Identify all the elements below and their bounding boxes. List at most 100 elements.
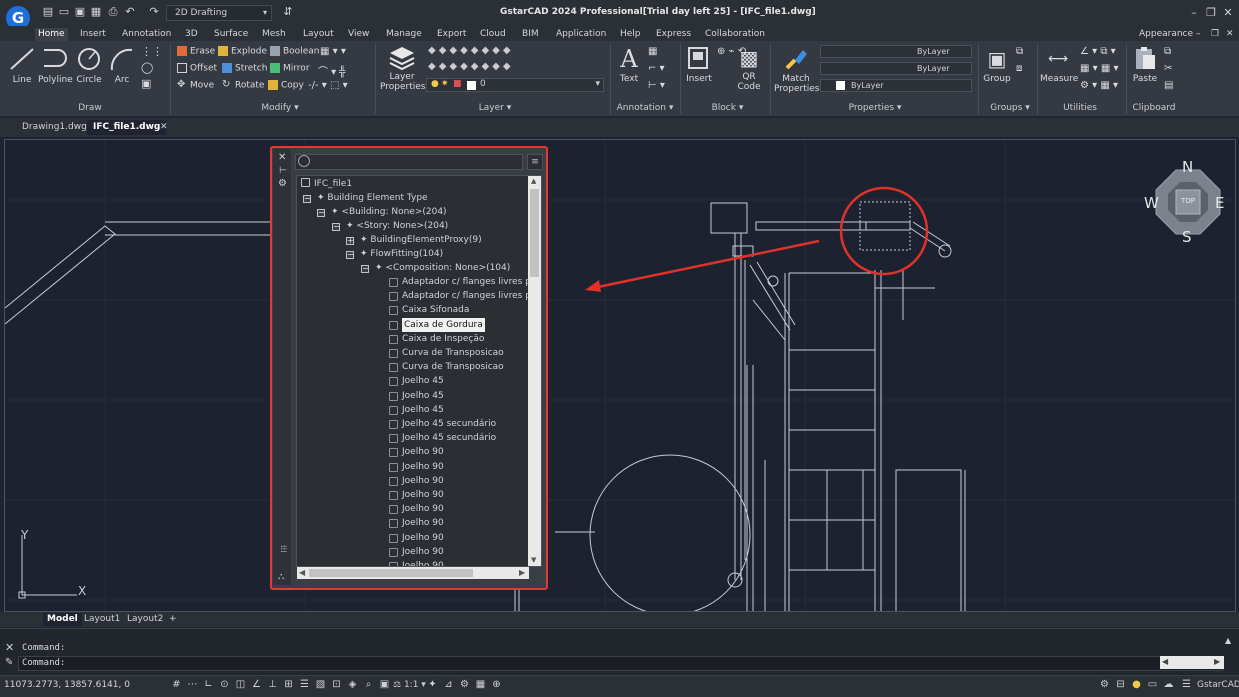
- ducs-icon[interactable]: ⊥: [266, 678, 279, 691]
- dyn-icon[interactable]: ⊞: [282, 678, 295, 691]
- ellipse-icon[interactable]: ◯: [141, 61, 153, 74]
- tab-export[interactable]: Export: [434, 28, 469, 41]
- tree-leaf-item[interactable]: Joelho 45 secundário: [402, 417, 496, 431]
- tab-annotation[interactable]: Annotation: [119, 28, 174, 41]
- tab-help[interactable]: Help: [617, 28, 644, 41]
- tree-leaf-item[interactable]: Joelho 90: [402, 545, 444, 559]
- open-icon[interactable]: ▭: [58, 6, 70, 18]
- layer-tools-row1[interactable]: ◆◆◆◆◆◆◆◆: [428, 45, 514, 56]
- tree-leaf-item[interactable]: Joelho 90: [402, 474, 444, 488]
- tab-view[interactable]: View: [345, 28, 372, 41]
- tree-leaf-item[interactable]: Joelho 45: [402, 374, 444, 388]
- transparency-icon[interactable]: ▧: [314, 678, 327, 691]
- tree-search-input[interactable]: [295, 154, 523, 170]
- tree-flow-fitting[interactable]: ✦ FlowFitting(104): [360, 247, 443, 261]
- auto-scale-icon[interactable]: ⊿: [442, 678, 455, 691]
- polar-icon[interactable]: ⊙: [218, 678, 231, 691]
- command-close-icon[interactable]: ✕: [5, 641, 14, 654]
- paste-special-icon[interactable]: ▤: [1164, 80, 1173, 91]
- collapse-icon[interactable]: −: [332, 223, 340, 231]
- rotate-button[interactable]: ↻ Rotate: [222, 80, 264, 91]
- collapse-icon[interactable]: −: [317, 209, 325, 217]
- offset-button[interactable]: Offset: [177, 63, 217, 74]
- panel-settings-icon[interactable]: ⚙: [278, 178, 287, 189]
- group-edit-icon[interactable]: ⧈: [1016, 63, 1022, 74]
- utility-tools-row3[interactable]: ⚙ ▾ ▦ ▾: [1080, 80, 1118, 91]
- paste-button[interactable]: Paste: [1130, 44, 1160, 84]
- save-icon[interactable]: ▣: [74, 6, 86, 18]
- tab-surface[interactable]: Surface: [211, 28, 251, 41]
- workspace-select[interactable]: 2D Drafting ▾: [166, 5, 272, 21]
- save-as-icon[interactable]: ▦: [90, 6, 102, 18]
- command-input[interactable]: [18, 656, 1223, 671]
- ribbon-close-icon[interactable]: ✕: [1223, 28, 1237, 41]
- scroll-up-icon[interactable]: ▲: [531, 177, 536, 185]
- group-button[interactable]: ▣ Group: [983, 44, 1011, 84]
- tab-collaboration[interactable]: Collaboration: [702, 28, 768, 41]
- copy-button[interactable]: Copy: [268, 80, 304, 91]
- linetype-select[interactable]: ByLayer: [820, 62, 972, 75]
- hatch-icon[interactable]: ⋮⋮: [141, 45, 163, 58]
- expand-icon[interactable]: +: [346, 237, 354, 245]
- tree-leaf-item[interactable]: Joelho 45: [402, 403, 444, 417]
- tab-layout1[interactable]: Layout1: [80, 613, 124, 626]
- insert-block-button[interactable]: Insert: [684, 44, 714, 84]
- mirror-button[interactable]: Mirror: [270, 63, 310, 74]
- panel-hierarchy-icon[interactable]: ⛬: [278, 572, 284, 582]
- add-layout-button[interactable]: +: [165, 613, 181, 626]
- lineweight-icon[interactable]: ☰: [298, 678, 311, 691]
- selection-cycling-icon[interactable]: ⊡: [330, 678, 343, 691]
- layers-status-icon[interactable]: ◈: [346, 678, 359, 691]
- clean-screen-icon[interactable]: ▭: [1146, 678, 1159, 691]
- drawing-canvas[interactable]: [4, 139, 1236, 612]
- tree-building-element-type[interactable]: ✦ Building Element Type: [317, 191, 428, 205]
- collapse-icon[interactable]: −: [361, 265, 369, 273]
- undo-icon[interactable]: ↶: [124, 6, 136, 18]
- lineweight-select[interactable]: ByLayer: [820, 45, 972, 58]
- tree-leaf-item[interactable]: Joelho 45: [402, 389, 444, 403]
- tree-leaf-item[interactable]: Adaptador c/ flanges livres p...: [402, 275, 540, 289]
- tab-close-icon[interactable]: ✕: [160, 122, 168, 132]
- ortho-icon[interactable]: ∟: [202, 678, 215, 691]
- redo-icon[interactable]: ↷: [148, 6, 160, 18]
- panel-close-icon[interactable]: ✕: [278, 152, 286, 163]
- tab-layout2[interactable]: Layout2: [123, 613, 167, 626]
- tree-leaf-item[interactable]: Adaptador c/ flanges livres p...: [402, 289, 540, 303]
- cloud-icon[interactable]: ☁: [1162, 678, 1175, 691]
- command-scroll-up-icon[interactable]: ▲: [1225, 636, 1231, 645]
- zoom-icon[interactable]: ⌕: [362, 678, 375, 691]
- scroll-down-icon[interactable]: ▼: [531, 556, 536, 564]
- match-properties-button[interactable]: Match Properties: [774, 44, 819, 94]
- layer-properties-button[interactable]: Layer Properties: [380, 44, 425, 92]
- line-button[interactable]: Line: [8, 46, 36, 85]
- tree-composition[interactable]: ✦ <Composition: None>(104): [375, 261, 510, 275]
- cut-icon[interactable]: ✂: [1164, 63, 1172, 74]
- copy-clip-icon[interactable]: ⧉: [1164, 46, 1171, 57]
- tree-leaf-item[interactable]: Joelho 90: [402, 559, 444, 566]
- tab-drawing1[interactable]: Drawing1.dwg: [16, 120, 93, 135]
- collapse-icon[interactable]: −: [303, 195, 311, 203]
- tree-leaf-item[interactable]: Caixa de Inspeção: [402, 332, 484, 346]
- customize-icon[interactable]: ⇵: [282, 6, 294, 18]
- horizontal-scroll-thumb[interactable]: [309, 569, 473, 577]
- tab-mesh[interactable]: Mesh: [259, 28, 289, 41]
- notification-bulb-icon[interactable]: ●: [1130, 678, 1143, 691]
- leader-icon[interactable]: ⊢ ▾: [648, 80, 665, 91]
- tree-leaf-item[interactable]: Joelho 90: [402, 516, 444, 530]
- tree-leaf-item[interactable]: Joelho 90: [402, 502, 444, 516]
- tree-leaf-item[interactable]: Joelho 90: [402, 488, 444, 502]
- tree-building[interactable]: ✦ <Building: None>(204): [331, 205, 447, 219]
- boolean-button[interactable]: Boolean: [270, 46, 319, 57]
- tab-layout[interactable]: Layout: [300, 28, 337, 41]
- qr-code-button[interactable]: ▩ QR Code: [734, 44, 764, 92]
- ungroup-icon[interactable]: ⧉: [1016, 46, 1023, 57]
- arc-button[interactable]: Arc: [108, 46, 136, 85]
- tab-application[interactable]: Application: [553, 28, 609, 41]
- appearance-menu[interactable]: Appearance: [1136, 28, 1196, 41]
- tree-leaf-item[interactable]: Joelho 45 secundário: [402, 431, 496, 445]
- customize-status-icon[interactable]: ☰: [1180, 678, 1193, 691]
- stretch-button[interactable]: Stretch: [222, 63, 267, 74]
- viewcube-top[interactable]: TOP: [1177, 197, 1199, 205]
- tab-model[interactable]: Model: [43, 613, 82, 626]
- annotation-scale[interactable]: ⚖ 1:1 ▾: [393, 680, 426, 690]
